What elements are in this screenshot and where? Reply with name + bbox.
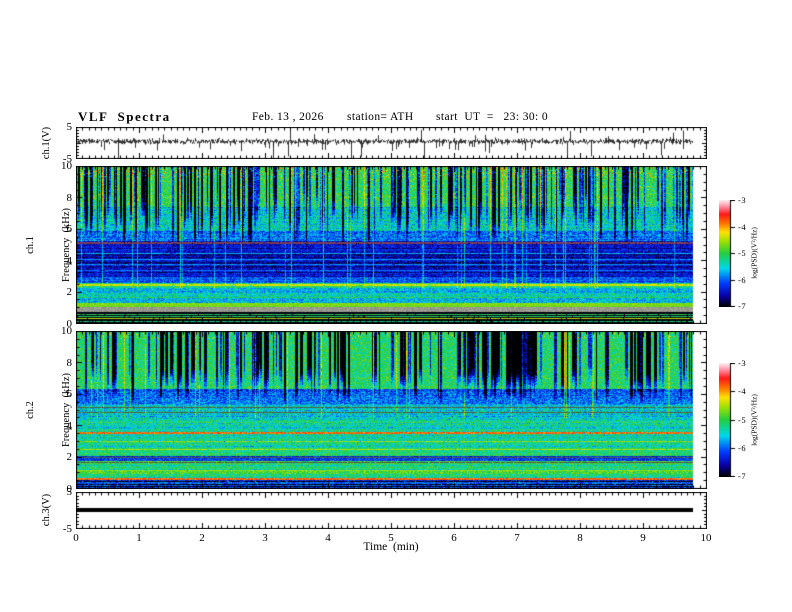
- ch3-wave-axis-label: ch.3(V): [41, 493, 52, 527]
- ch3-waveform-canvas: [76, 492, 707, 529]
- time-tick-label: 7: [514, 532, 520, 544]
- colorbar-tick-label: -7: [738, 471, 747, 481]
- colorbar-ch1-label: log(PSD)(V²/Hz): [749, 227, 759, 279]
- ch2-spec-axis-label-line2: Frequency (kHz): [61, 372, 72, 448]
- start-ut-label: start UT = 23: 30: 0: [436, 111, 549, 123]
- ch1-spec-axis-label-line1: ch.1: [25, 236, 36, 254]
- y-tick-label: 5: [66, 486, 73, 498]
- colorbar-tick-label: -7: [738, 301, 747, 311]
- ch2-spec-axis-label: ch.2 Frequency (kHz): [1, 373, 97, 447]
- time-tick-label: 0: [73, 532, 79, 544]
- time-axis-title: Time (min): [363, 541, 419, 553]
- colorbar-ch2: [719, 363, 736, 477]
- ch2-spectrogram-canvas: [76, 331, 707, 489]
- colorbar-ch2-canvas: [719, 363, 736, 477]
- y-tick-label: 6: [66, 223, 73, 236]
- ch1-spectrogram-panel: [76, 166, 707, 324]
- ch1-waveform-panel: [76, 127, 707, 159]
- colorbar-tick-label: -5: [738, 248, 747, 258]
- figure-date: Feb. 13 , 2026: [252, 111, 324, 123]
- ch3-waveform-panel: [76, 492, 707, 529]
- colorbar-ch1: [719, 200, 736, 307]
- time-tick-label: 2: [199, 532, 205, 544]
- y-tick-label: 4: [66, 254, 73, 267]
- ch1-spectrogram-canvas: [76, 166, 707, 324]
- colorbar-tick-label: -4: [738, 221, 747, 232]
- time-tick-label: 10: [700, 532, 712, 544]
- ch1-waveform-canvas: [76, 127, 707, 159]
- y-tick-label: 10: [61, 160, 72, 172]
- colorbar-tick-label: -3: [738, 358, 747, 368]
- y-tick-label: -5: [62, 523, 72, 535]
- ch2-spec-axis-label-line1: ch.2: [25, 401, 36, 419]
- vlf-spectra-figure: VLF Spectra Feb. 13 , 2026 station= ATH …: [0, 0, 792, 612]
- ch1-spec-axis-label: ch.1 Frequency (kHz): [1, 208, 97, 282]
- time-tick-label: 9: [640, 532, 646, 544]
- figure-title: VLF Spectra: [78, 109, 171, 124]
- y-tick-label: 2: [66, 286, 73, 299]
- y-tick-label: 2: [66, 451, 73, 464]
- y-tick-label: 5: [66, 121, 73, 133]
- y-tick-label: 4: [66, 419, 73, 432]
- colorbar-ch1-canvas: [719, 200, 736, 307]
- time-tick-label: 3: [262, 532, 268, 544]
- time-tick-label: 8: [577, 532, 583, 544]
- time-tick-label: 4: [325, 532, 331, 544]
- ch1-spec-axis-label-line2: Frequency (kHz): [61, 207, 72, 283]
- y-tick-label: 8: [66, 191, 73, 204]
- ch2-spectrogram-panel: [76, 331, 707, 489]
- colorbar-tick-label: -3: [738, 195, 747, 205]
- station-label: station= ATH: [347, 111, 414, 123]
- colorbar-tick-label: -6: [738, 274, 747, 285]
- time-tick-label: 6: [451, 532, 457, 544]
- y-tick-label: 10: [61, 325, 72, 337]
- colorbar-tick-label: -6: [738, 442, 747, 453]
- colorbar-tick-label: -5: [738, 414, 747, 425]
- time-tick-label: 1: [136, 532, 142, 544]
- y-tick-label: 6: [66, 388, 73, 401]
- colorbar-tick-label: -4: [738, 386, 747, 397]
- y-tick-label: 8: [66, 356, 73, 369]
- colorbar-ch2-label: log(PSD)(V²/Hz): [749, 394, 759, 446]
